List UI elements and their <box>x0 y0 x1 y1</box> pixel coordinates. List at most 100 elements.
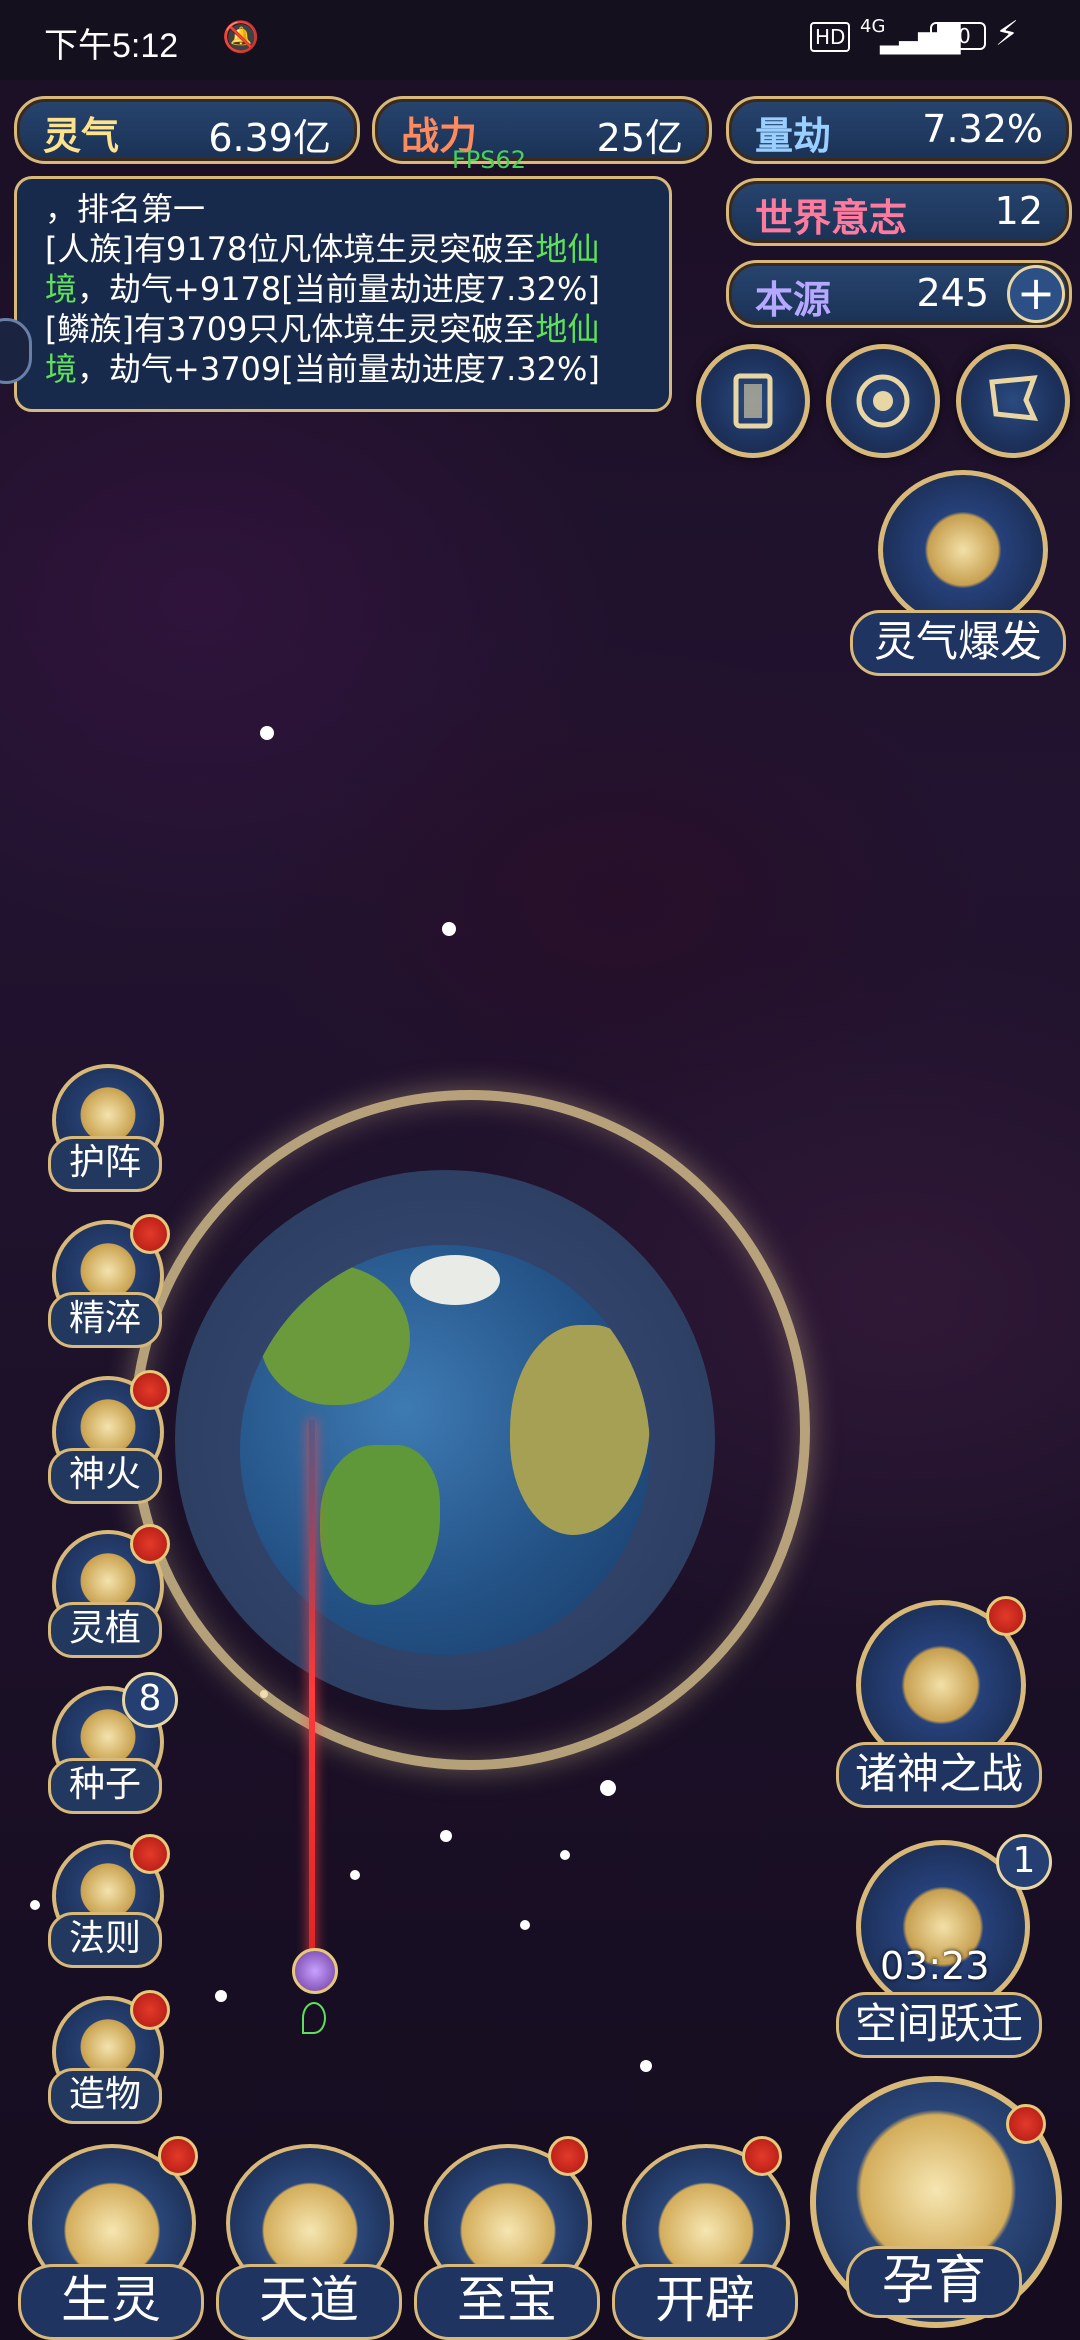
kongjian-label: 空间跃迁 <box>836 1992 1042 2058</box>
nav-zhibao[interactable]: 至宝 <box>414 2136 600 2340</box>
nav-label: 开辟 <box>612 2264 798 2340</box>
liangjie-label: 量劫 <box>755 113 832 158</box>
hd-icon: HD <box>810 22 851 52</box>
add-benyuan-button[interactable]: + <box>1007 265 1065 323</box>
zhanli-value: 25亿 <box>596 116 683 160</box>
notification-dot <box>158 2136 198 2176</box>
leaf-icon <box>302 2002 326 2034</box>
log-text: [人族]有9178位凡体境生灵突破至 <box>45 230 536 268</box>
star <box>215 1990 227 2002</box>
laser-beam <box>309 1420 315 1960</box>
status-bar: 下午5:12 🔕 HD 4G ▂▃▅▇ 30 ⚡ <box>0 0 1080 80</box>
battery-icon: 30 <box>930 22 986 50</box>
nav-shengling[interactable]: 生灵 <box>18 2136 204 2340</box>
log-text: [鳞族]有3709只凡体境生灵突破至 <box>45 310 536 348</box>
continent-south-america <box>320 1445 440 1605</box>
zhushen-button[interactable]: 诸神之战 <box>836 1590 1046 1810</box>
shijie-value: 12 <box>994 189 1043 233</box>
log-highlight: 境 <box>45 350 78 388</box>
lingqi-stat[interactable]: 灵气 6.39亿 <box>14 96 360 164</box>
log-highlight: 地仙 <box>535 310 600 348</box>
probe-orb[interactable] <box>292 1948 338 1994</box>
benyuan-stat[interactable]: 本源 245 + <box>726 260 1072 328</box>
star <box>600 1780 616 1796</box>
log-line: ，排名第一 <box>45 190 206 228</box>
side-btn-faze[interactable]: 法则 <box>42 1834 170 1968</box>
nav-label: 生灵 <box>18 2264 204 2340</box>
benyuan-value: 245 <box>916 271 989 315</box>
side-btn-label: 种子 <box>48 1758 162 1814</box>
kongjian-button[interactable]: 03:23 空间跃迁 1 <box>836 1834 1056 2060</box>
star <box>560 1850 570 1860</box>
side-btn-label: 精淬 <box>48 1292 162 1348</box>
log-highlight: 境 <box>45 270 78 308</box>
side-btn-zaowu[interactable]: 造物 <box>42 1990 170 2124</box>
card-icon <box>733 373 773 429</box>
star <box>350 1870 360 1880</box>
banner-button[interactable] <box>956 344 1070 458</box>
liangjie-value: 7.32% <box>922 107 1043 151</box>
count-badge: 1 <box>996 1834 1052 1890</box>
log-line: 境，劫气+3709[当前量劫进度7.32%] <box>45 349 600 389</box>
portal-button[interactable] <box>826 344 940 458</box>
log-text: ，劫气+3709[当前量劫进度7.32%] <box>77 350 600 388</box>
star <box>442 922 456 936</box>
side-btn-zhongzi[interactable]: 种子 8 <box>42 1672 178 1814</box>
event-log: ，排名第一 [人族]有9178位凡体境生灵突破至地仙 境，劫气+9178[当前量… <box>14 176 672 412</box>
star <box>440 1830 452 1842</box>
notification-dot <box>742 2136 782 2176</box>
card-button[interactable] <box>696 344 810 458</box>
star <box>30 1900 40 1910</box>
fps-counter: FPS62 <box>452 146 527 174</box>
star <box>260 726 274 740</box>
banner-icon <box>989 375 1039 421</box>
log-line: 境，劫气+9178[当前量劫进度7.32%] <box>45 269 600 309</box>
lingqi-burst-button[interactable]: 灵气爆发 <box>850 470 1070 680</box>
side-btn-label: 造物 <box>48 2068 162 2124</box>
charging-icon: ⚡ <box>995 14 1019 54</box>
star <box>640 2060 652 2072</box>
mute-icon: 🔕 <box>222 20 260 55</box>
lingqi-label: 灵气 <box>43 113 120 158</box>
notification-dot <box>130 1834 170 1874</box>
yunyu-label: 孕育 <box>846 2246 1022 2318</box>
burst-icon <box>878 470 1048 630</box>
notification-dot <box>548 2136 588 2176</box>
nav-tiandao[interactable]: 天道 <box>216 2144 402 2340</box>
side-btn-lingzhi[interactable]: 灵植 <box>42 1524 170 1658</box>
star <box>520 1920 530 1930</box>
battery-level: 30 <box>945 24 971 48</box>
count-badge: 8 <box>122 1672 178 1728</box>
nav-label: 至宝 <box>414 2264 600 2340</box>
liangjie-stat[interactable]: 量劫 7.32% <box>726 96 1072 164</box>
side-btn-label: 护阵 <box>48 1136 162 1192</box>
kongjian-timer: 03:23 <box>880 1944 990 1988</box>
shijie-stat[interactable]: 世界意志 12 <box>726 178 1072 246</box>
log-line: [鳞族]有3709只凡体境生灵突破至地仙 <box>45 309 599 349</box>
side-btn-jingcui[interactable]: 精淬 <box>42 1214 170 1348</box>
log-line: [人族]有9178位凡体境生灵突破至地仙 <box>45 229 599 269</box>
yunyu-button[interactable]: 孕育 <box>810 2076 1062 2328</box>
side-btn-label: 神火 <box>48 1448 162 1504</box>
zhanli-stat[interactable]: 战力 25亿 <box>372 96 712 164</box>
notification-dot <box>130 1214 170 1254</box>
lingqi-burst-label: 灵气爆发 <box>850 610 1066 676</box>
nav-kaipi[interactable]: 开辟 <box>612 2136 798 2340</box>
side-btn-huzhen[interactable]: 护阵 <box>42 1064 164 1192</box>
notification-dot <box>130 1990 170 2030</box>
benyuan-label: 本源 <box>755 277 832 322</box>
planet-earth[interactable] <box>240 1245 650 1655</box>
polar-ice <box>410 1255 500 1305</box>
status-time: 下午5:12 <box>44 27 179 65</box>
lingqi-value: 6.39亿 <box>208 116 331 160</box>
continent-north-america <box>260 1265 410 1405</box>
continent-africa <box>510 1325 650 1535</box>
log-text: ，劫气+9178[当前量劫进度7.32%] <box>77 270 600 308</box>
side-btn-shenhuo[interactable]: 神火 <box>42 1370 170 1504</box>
portal-icon <box>856 374 910 428</box>
notification-dot <box>130 1370 170 1410</box>
log-highlight: 地仙 <box>535 230 600 268</box>
notification-dot <box>1006 2104 1046 2144</box>
notification-dot <box>130 1524 170 1564</box>
zhushen-label: 诸神之战 <box>836 1742 1042 1808</box>
